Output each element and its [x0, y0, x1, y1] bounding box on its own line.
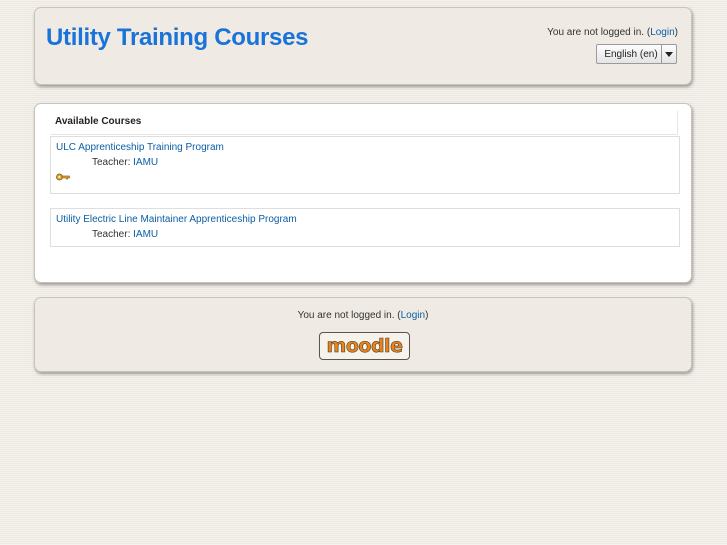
login-info: You are not logged in. (Login) — [547, 27, 678, 38]
footer-login-suffix: ) — [425, 310, 429, 321]
teacher-label: Teacher: — [92, 157, 131, 168]
course-teacher: Teacher: IAMU — [92, 157, 158, 168]
site-title[interactable]: Utility Training Courses — [46, 24, 308, 52]
language-value: English (en) — [604, 48, 658, 60]
key-icon — [56, 173, 70, 184]
login-info-prefix: You are not logged in. ( — [547, 27, 651, 38]
moodle-logo-text: moodle — [326, 335, 403, 358]
teacher-link[interactable]: IAMU — [133, 157, 158, 168]
moodle-logo[interactable]: moodle — [319, 332, 410, 360]
course-item: ULC Apprenticeship Training Program Teac… — [50, 136, 680, 194]
login-link[interactable]: Login — [650, 27, 674, 38]
teacher-label: Teacher: — [92, 229, 131, 240]
footer-login-link[interactable]: Login — [401, 310, 425, 321]
course-item: Utility Electric Line Maintainer Apprent… — [50, 208, 680, 247]
teacher-link[interactable]: IAMU — [133, 229, 158, 240]
section-title: Available Courses — [50, 111, 678, 135]
course-link[interactable]: Utility Electric Line Maintainer Apprent… — [56, 214, 297, 225]
chevron-down-icon[interactable] — [661, 45, 676, 63]
course-teacher: Teacher: IAMU — [92, 229, 158, 240]
header-panel: Utility Training Courses You are not log… — [34, 7, 692, 85]
login-info-suffix: ) — [674, 27, 678, 38]
main-panel: Available Courses ULC Apprenticeship Tra… — [34, 103, 692, 283]
footer-panel: You are not logged in. (Login) moodle — [34, 297, 692, 372]
footer-login-prefix: You are not logged in. ( — [297, 310, 401, 321]
language-select[interactable]: English (en) — [596, 44, 677, 64]
footer-login-info: You are not logged in. (Login) — [35, 310, 691, 321]
course-link[interactable]: ULC Apprenticeship Training Program — [56, 142, 224, 153]
